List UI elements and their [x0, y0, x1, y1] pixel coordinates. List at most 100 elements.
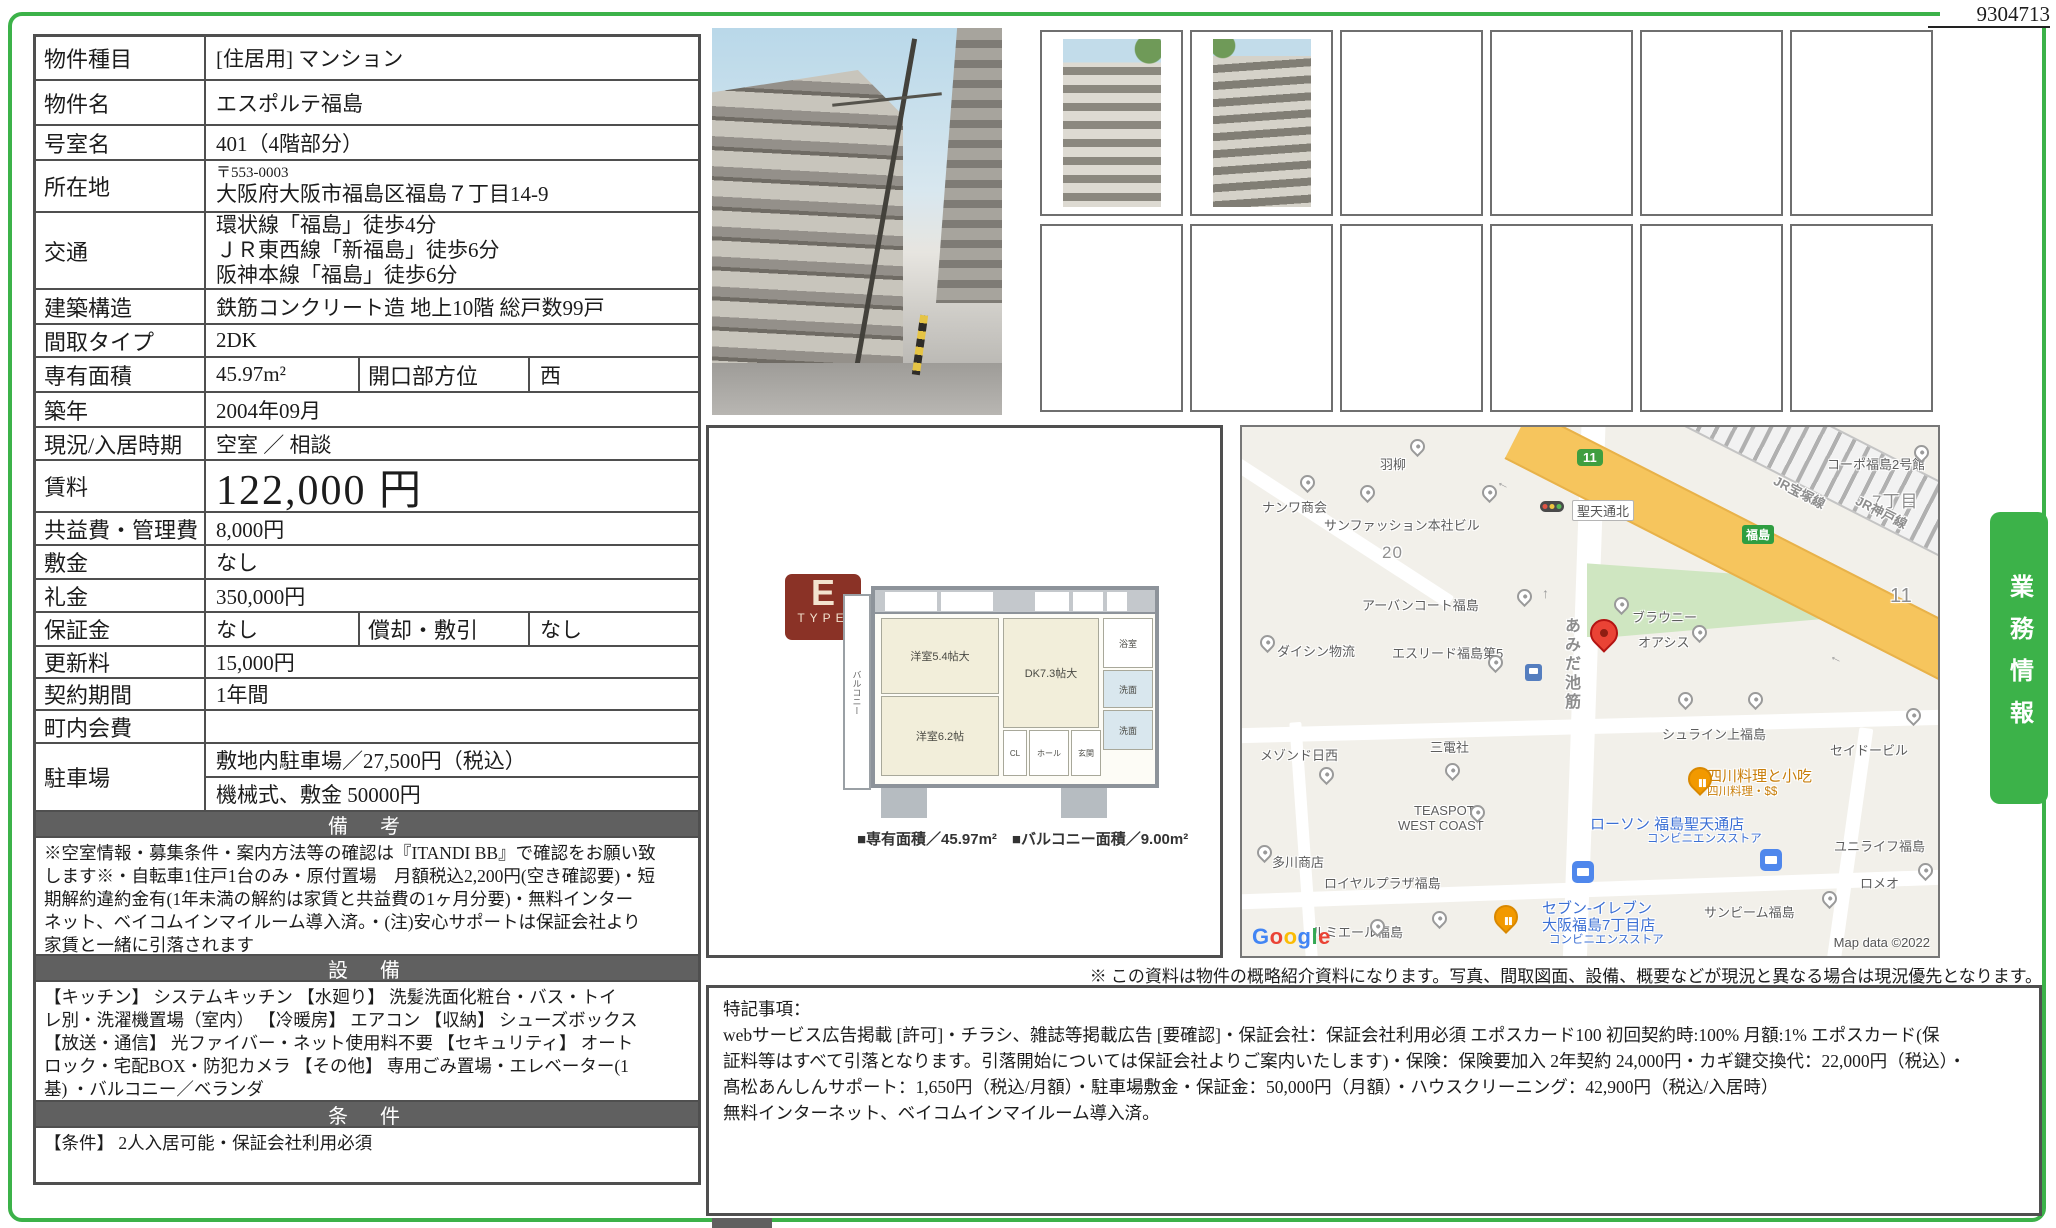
map-pin-icon: [1357, 482, 1378, 503]
google-logo: Google: [1252, 924, 1331, 950]
thumbnail-slot-empty: [1190, 224, 1333, 412]
map-label: ユニライフ福島: [1834, 836, 1925, 855]
map-label: 三電社: [1430, 737, 1469, 756]
map-label: サンビーム福島: [1704, 902, 1795, 921]
road-arrow-icon: ↑: [1542, 585, 1549, 601]
building-shape: [936, 28, 1002, 303]
map-attribution: Map data ©2022: [1834, 935, 1930, 950]
map-label: ナンワ商会: [1262, 497, 1327, 516]
restaurant-pin-icon: [1489, 900, 1523, 934]
map-pin-icon: [1297, 472, 1318, 493]
map-label: アーバンコート福島: [1362, 595, 1479, 614]
room-bath: 浴室: [1103, 618, 1153, 668]
map-pin-icon: [1514, 586, 1535, 607]
table-row: 専有面積 45.97m² 開口部方位 西: [36, 358, 698, 393]
entrance: 玄関: [1071, 730, 1101, 776]
traffic-signal-icon: [1540, 501, 1564, 512]
map-pin-icon: [1429, 908, 1450, 929]
cutoff-section-bar: [712, 1218, 772, 1228]
document-number: 9304713: [1940, 2, 2050, 27]
location-map: 羽柳 ナンワ商会 サンファッション本社ビル 聖天通北 コーポ福島2号館 7丁目 …: [1240, 425, 1940, 958]
room-dk: DK7.3帖大: [1003, 618, 1099, 728]
floor-area-line: ■専有面積／45.97m² ■バルコニー面積／9.00m²: [857, 828, 1188, 849]
room-west2: 洋室6.2帖: [881, 696, 999, 776]
address: 大阪府大阪市福島区福島７丁目14-9: [216, 182, 698, 207]
table-row: 築年2004年09月: [36, 393, 698, 428]
map-label: ブラウニー: [1632, 607, 1697, 626]
map-label: コーポ福島2号館: [1827, 454, 1925, 473]
table-row: 礼金350,000円: [36, 580, 698, 613]
table-row-parking: 駐車場 敷地内駐車場／27,500円（税込） 機械式、敷金 50000円: [36, 744, 698, 812]
table-row: 物件種目[住居用] マンション: [36, 37, 698, 81]
store-icon: [1760, 849, 1782, 871]
table-row: 交通 環状線「福島」徒歩4分 ＪＲ東西線「新福島」徒歩6分 阪神本線「福島」徒歩…: [36, 213, 698, 290]
road-arrow-icon: ←: [1827, 647, 1847, 668]
bus-stop-label: 聖天通北: [1572, 500, 1634, 521]
bus-stop-icon: [1525, 664, 1542, 681]
thumbnail-slot-empty: [1340, 224, 1483, 412]
special-notes-box: 特記事項： webサービス広告掲載 [許可]・チラシ、雑誌等掲載広告 [要確認]…: [706, 985, 2042, 1216]
map-label: オアシス: [1638, 632, 1689, 651]
route-number: 11: [1890, 585, 1913, 608]
restaurant-sublabel: 四川料理・$$: [1707, 783, 1777, 799]
postal-code: 〒553-0003: [216, 165, 698, 182]
room-wash: 洗面: [1103, 670, 1153, 708]
remarks-text: ※空室情報・募集条件・案内方法等の確認は『ITANDI BB』で確認をお願い致 …: [36, 838, 698, 956]
map-pin-icon: [1407, 436, 1428, 457]
route-shield: 11: [1577, 449, 1603, 466]
pillar: [881, 788, 927, 818]
property-table: 物件種目[住居用] マンション 物件名エスポルテ福島 号室名401（4階部分） …: [33, 34, 701, 1185]
map-pin-icon: [1257, 632, 1278, 653]
disclaimer-caption: ※ この資料は物件の概略紹介資料になります。写真、間取図面、設備、概要などが現況…: [706, 962, 2042, 987]
table-row: 間取タイプ2DK: [36, 325, 698, 358]
thumbnail-photo-2: [1190, 30, 1333, 216]
map-label: シュライン上福島: [1662, 724, 1766, 743]
table-row: 号室名401（4階部分）: [36, 126, 698, 161]
map-pin-icon: [1316, 764, 1337, 785]
main-building-photo: [712, 28, 1002, 415]
table-row-rent: 賃料122,000 円: [36, 461, 698, 513]
street: [712, 363, 1002, 415]
table-row: 保証金 なし 償却・敷引 なし: [36, 613, 698, 647]
road-name-label: あみだ池筋: [1558, 617, 1582, 712]
map-label: WEST COAST: [1398, 818, 1484, 833]
property-sheet: 9304713 業務情報 物件種目[住居用] マンション 物件名エスポルテ福島 …: [0, 0, 2056, 1228]
thumbnail-slot-empty: [1490, 224, 1633, 412]
thumbnail-slot-empty: [1790, 30, 1933, 216]
map-pin-icon: [1675, 689, 1696, 710]
thumbnail-slot-empty: [1640, 224, 1783, 412]
map-label: 羽柳: [1380, 454, 1406, 473]
rent-value: 122,000 円: [206, 461, 698, 511]
map-label: セイドービル: [1830, 740, 1908, 759]
block-number-label: 20: [1382, 543, 1403, 563]
room-west1: 洋室5.4帖大: [881, 618, 999, 694]
thumbnail-slot-empty: [1790, 224, 1933, 412]
balcony-strip: バルコニー: [843, 594, 871, 790]
map-label: ロイヤルプラザ福島: [1324, 873, 1441, 892]
pillar: [1061, 788, 1107, 818]
table-row: 契約期間1年間: [36, 679, 698, 711]
table-row: 所在地 〒553-0003 大阪府大阪市福島区福島７丁目14-9: [36, 161, 698, 213]
table-row: 共益費・管理費8,000円: [36, 513, 698, 546]
notes-title: 特記事項：: [723, 996, 2025, 1022]
map-label: 多川商店: [1272, 852, 1324, 871]
map-pin-icon: [1442, 760, 1463, 781]
table-row: 建築構造鉄筋コンクリート造 地上10階 総戸数99戸: [36, 290, 698, 325]
equipment-text: 【キッチン】 システムキッチン 【水廻り】 洗髪洗面化粧台・バス・トイ レ別・洗…: [36, 982, 698, 1102]
map-label: ダイシン物流: [1277, 641, 1355, 660]
section-bar-remarks: 備 考: [36, 812, 698, 838]
table-row: 更新料15,000円: [36, 647, 698, 679]
room-wash2: 洗面: [1103, 710, 1153, 750]
side-tab-gyomu-joho: 業務情報: [1990, 512, 2048, 804]
document-number-underline: [1928, 26, 2050, 28]
map-label: サンファッション本社ビル: [1324, 515, 1480, 534]
convenience-sublabel: コンビニエンスストア: [1647, 830, 1762, 846]
map-label: メゾンド日西: [1260, 745, 1338, 764]
convenience-sublabel: コンビニエンスストア: [1549, 931, 1664, 947]
thumbnail-slot-empty: [1040, 224, 1183, 412]
table-row: 町内会費: [36, 711, 698, 744]
store-icon: [1572, 861, 1594, 883]
map-label: TEASPOT: [1414, 803, 1475, 818]
table-row: 物件名エスポルテ福島: [36, 81, 698, 126]
conditions-text: 【条件】 2人入居可能・保証会社利用必須: [36, 1128, 698, 1182]
